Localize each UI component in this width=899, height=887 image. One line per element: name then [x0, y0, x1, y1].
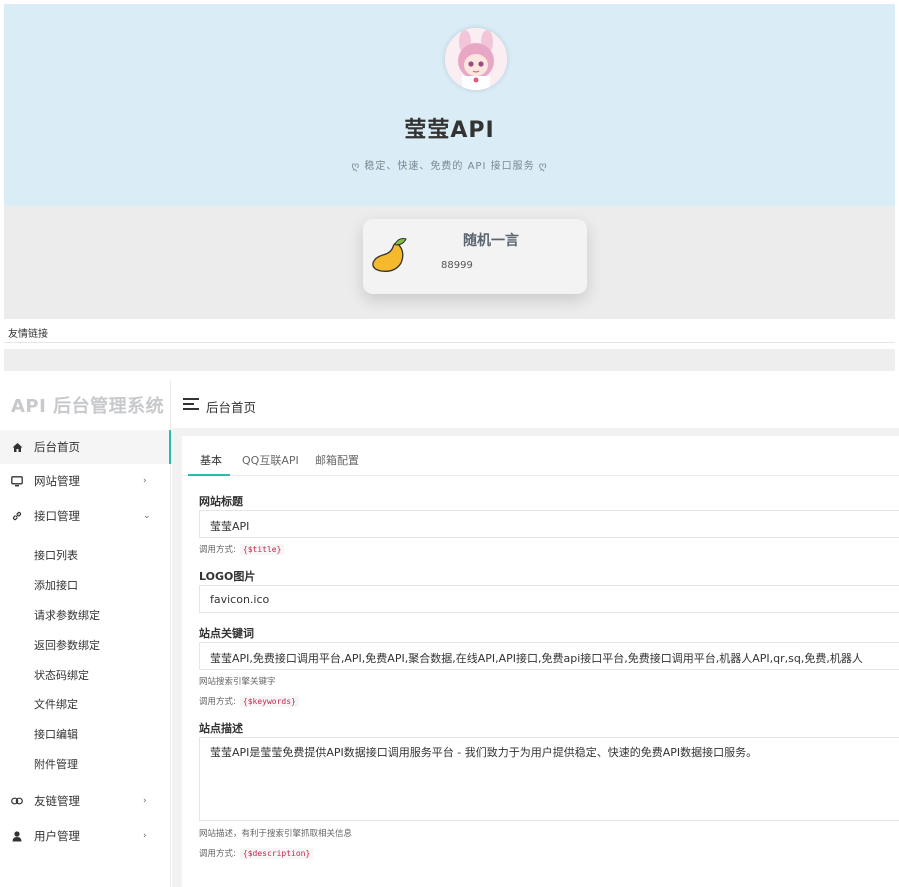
hint-text: 调用方式:: [199, 849, 236, 859]
sidebar-subitem-response-params[interactable]: 返回参数绑定: [34, 637, 100, 653]
tab-qq-api[interactable]: QQ互联API: [242, 452, 299, 468]
admin-topbar: 后台首页: [172, 380, 899, 428]
site-hero: 莹莹API ღ 稳定、快速、免费的 API 接口服务 ღ: [4, 4, 895, 206]
hint-code: {$description}: [239, 848, 314, 859]
monitor-icon: [10, 474, 24, 488]
anime-girl-avatar-icon[interactable]: [445, 28, 507, 90]
description-textarea[interactable]: 莹莹API是莹莹免费提供API数据接口调用服务平台 - 我们致力于为用户提供稳定…: [199, 737, 899, 821]
sidebar-item-label: 友链管理: [34, 794, 80, 808]
sidebar-item-user-manage[interactable]: 用户管理 ›: [0, 819, 171, 853]
logo-label: LOGO图片: [199, 570, 256, 583]
sidebar-subitem-add-api[interactable]: 添加接口: [34, 577, 78, 593]
description-label: 站点描述: [199, 722, 243, 735]
sidebar-item-label: 用户管理: [34, 829, 80, 843]
keywords-hint: 调用方式: {$keywords}: [199, 695, 299, 707]
logo-input[interactable]: favicon.ico: [199, 585, 899, 613]
menu-toggle-icon[interactable]: [183, 398, 199, 410]
random-quote-card[interactable]: 随机一言 88999: [363, 219, 587, 294]
user-icon: [10, 829, 24, 843]
tab-basic[interactable]: 基本: [200, 452, 222, 468]
settings-panel: 基本 QQ互联API 邮箱配置 网站标题 莹莹API 调用方式: {$title}…: [182, 436, 899, 887]
description-help: 网站描述，有利于搜索引擎抓取相关信息: [199, 829, 353, 839]
sidebar-item-label: 接口管理: [34, 509, 80, 523]
friend-links-label: 友情链接: [8, 329, 48, 340]
hint-code: {$keywords}: [239, 696, 299, 707]
site-subtitle: ღ 稳定、快速、免费的 API 接口服务 ღ: [351, 161, 548, 172]
site-title-input[interactable]: 莹莹API: [199, 510, 899, 538]
sidebar-subitem-attachments[interactable]: 附件管理: [34, 756, 78, 772]
chain-icon: [10, 794, 24, 808]
sidebar-subitem-file-binding[interactable]: 文件绑定: [34, 696, 78, 712]
sidebar-subitem-status-codes[interactable]: 状态码绑定: [34, 667, 89, 683]
sidebar-subitem-request-params[interactable]: 请求参数绑定: [34, 607, 100, 623]
link-icon: [10, 509, 24, 523]
friend-links-bar: 友情链接: [4, 319, 895, 343]
sidebar-item-label: 网站管理: [34, 474, 80, 488]
description-hint: 调用方式: {$description}: [199, 847, 314, 859]
sidebar-item-api-manage[interactable]: 接口管理 ⌄: [0, 499, 171, 533]
site-title-label: 网站标题: [199, 495, 243, 508]
chevron-down-icon: ⌄: [143, 511, 151, 521]
site-title: 莹莹API: [404, 118, 495, 143]
hint-text: 调用方式:: [199, 545, 236, 555]
hint-text: 调用方式:: [199, 697, 236, 707]
keywords-input[interactable]: 莹莹API,免费接口调用平台,API,免费API,聚合数据,在线API,API接…: [199, 642, 899, 670]
sidebar-subitem-api-list[interactable]: 接口列表: [34, 547, 78, 563]
quote-text: 88999: [441, 260, 473, 271]
keywords-label: 站点关键词: [199, 627, 254, 640]
active-tab-indicator: [188, 474, 230, 476]
sidebar-subitem-api-edit[interactable]: 接口编辑: [34, 726, 78, 742]
quote-title: 随机一言: [463, 233, 519, 249]
chevron-right-icon: ›: [143, 831, 147, 841]
tab-mail-config[interactable]: 邮箱配置: [315, 452, 359, 468]
sidebar: API 后台管理系统 后台首页 网站管理 › 接口管理 ⌄ 接口列表 添加接口 …: [0, 380, 171, 887]
sidebar-item-home[interactable]: 后台首页: [0, 430, 171, 464]
chevron-right-icon: ›: [143, 476, 147, 486]
brand-title: API 后台管理系统: [11, 396, 165, 417]
chevron-right-icon: ›: [143, 796, 147, 806]
settings-tabs: 基本 QQ互联API 邮箱配置: [182, 436, 899, 476]
home-icon: [10, 440, 24, 454]
site-title-hint: 调用方式: {$title}: [199, 543, 285, 555]
friend-links-area: [4, 349, 895, 371]
mango-icon: [369, 235, 409, 275]
sidebar-item-label: 后台首页: [34, 440, 80, 454]
sidebar-item-site-manage[interactable]: 网站管理 ›: [0, 464, 171, 498]
page-title: 后台首页: [206, 400, 257, 415]
sidebar-item-links-manage[interactable]: 友链管理 ›: [0, 784, 171, 818]
hint-code: {$title}: [239, 544, 285, 555]
keywords-help: 网站搜索引擎关键字: [199, 677, 276, 687]
